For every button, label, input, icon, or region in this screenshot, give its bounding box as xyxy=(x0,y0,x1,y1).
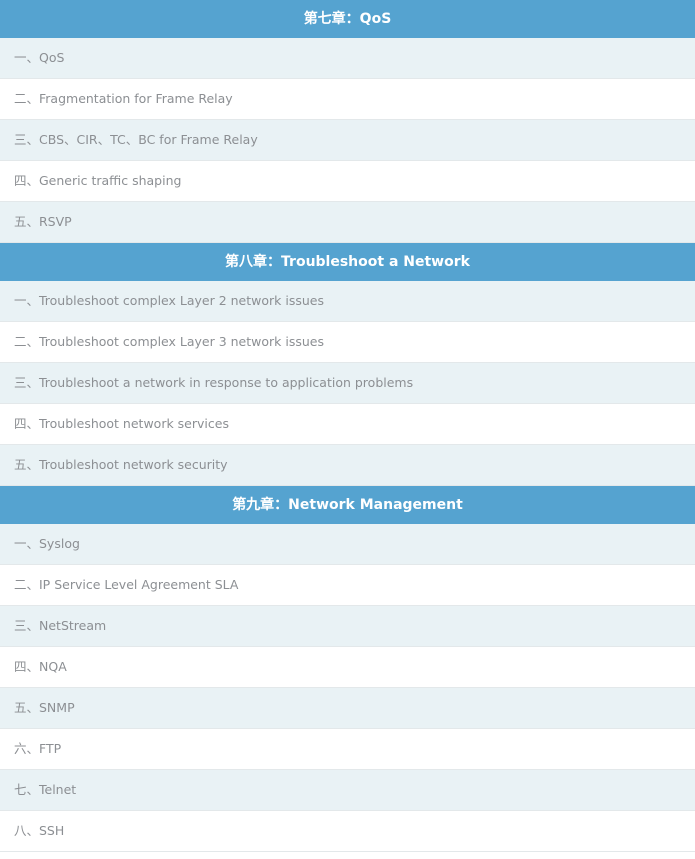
list-item[interactable]: 二、IP Service Level Agreement SLA xyxy=(0,565,695,606)
list-item[interactable]: 三、NetStream xyxy=(0,606,695,647)
list-item[interactable]: 四、NQA xyxy=(0,647,695,688)
list-item[interactable]: 四、Generic traffic shaping xyxy=(0,161,695,202)
list-item[interactable]: 八、SSH xyxy=(0,811,695,852)
chapter-9-section: 第九章：Network Management 一、Syslog 二、IP Ser… xyxy=(0,486,695,852)
list-item[interactable]: 二、Troubleshoot complex Layer 3 network i… xyxy=(0,322,695,363)
list-item[interactable]: 五、RSVP xyxy=(0,202,695,243)
list-item[interactable]: 二、Fragmentation for Frame Relay xyxy=(0,79,695,120)
list-item[interactable]: 三、Troubleshoot a network in response to … xyxy=(0,363,695,404)
chapter-7-section: 第七章：QoS 一、QoS 二、Fragmentation for Frame … xyxy=(0,0,695,243)
chapter-8-section: 第八章：Troubleshoot a Network 一、Troubleshoo… xyxy=(0,243,695,486)
list-item[interactable]: 一、Troubleshoot complex Layer 2 network i… xyxy=(0,281,695,322)
list-item[interactable]: 五、Troubleshoot network security xyxy=(0,445,695,486)
list-item[interactable]: 一、Syslog xyxy=(0,524,695,565)
list-item[interactable]: 三、CBS、CIR、TC、BC for Frame Relay xyxy=(0,120,695,161)
list-item[interactable]: 一、QoS xyxy=(0,38,695,79)
chapter-8-title: 第八章：Troubleshoot a Network xyxy=(0,243,695,281)
list-item[interactable]: 六、FTP xyxy=(0,729,695,770)
list-item[interactable]: 四、Troubleshoot network services xyxy=(0,404,695,445)
list-item[interactable]: 五、SNMP xyxy=(0,688,695,729)
table-of-contents: 第七章：QoS 一、QoS 二、Fragmentation for Frame … xyxy=(0,0,695,852)
chapter-9-title: 第九章：Network Management xyxy=(0,486,695,524)
list-item[interactable]: 七、Telnet xyxy=(0,770,695,811)
chapter-7-title: 第七章：QoS xyxy=(0,0,695,38)
